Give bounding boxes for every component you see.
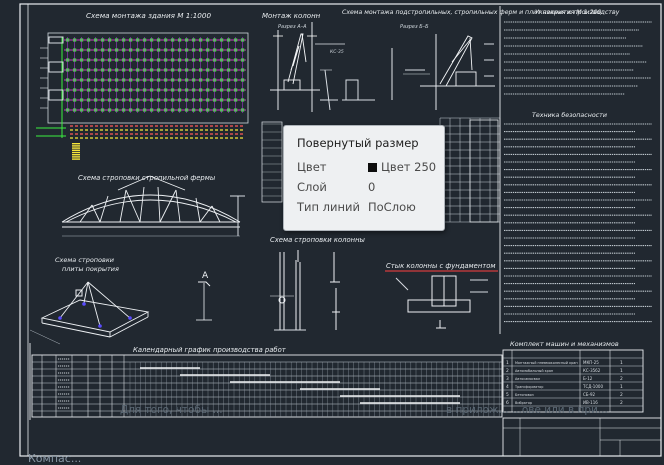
slab-slinging-title-2: плиты покрытия: [62, 265, 119, 273]
machine-row-mark: Б-12: [583, 376, 593, 381]
slab-slinging-title-1: Схема строповки: [55, 256, 114, 264]
tooltip-linetype-value: ПоСлою: [368, 200, 416, 214]
machines-title: Комплект машин и механизмов: [510, 340, 619, 348]
notes-column[interactable]: Указания к производству Техника безопасн…: [499, 6, 652, 334]
machines-table[interactable]: Комплект машин и механизмов 1 Монтажный п…: [502, 340, 644, 413]
erection-plan-title: Схема монтажа здания М 1:1000: [86, 11, 211, 20]
machine-row-mark: МКП-25: [583, 360, 599, 365]
schedule[interactable]: Календарный график производства работ: [29, 343, 503, 420]
title-block: [502, 417, 662, 457]
tooltip-layer-label: Слой: [297, 180, 327, 194]
color-swatch-icon: [368, 163, 377, 172]
machine-row-qty: 2: [620, 376, 623, 382]
machine-row-name: Бетоновоз: [515, 393, 534, 397]
tooltip-row-layer: Слой 0: [297, 180, 437, 196]
work-notes-title: Указания к производству: [535, 9, 620, 16]
truss-slinging-title: Схема строповки стропильной фермы: [78, 174, 216, 182]
property-tooltip: Повернутый размер Цвет Цвет 250 Слой 0 Т…: [283, 125, 445, 231]
machine-row-number: 5: [506, 392, 509, 398]
underlay-text-right: в прилож... ...ове или в при...: [446, 404, 608, 416]
tooltip-layer-value: 0: [368, 180, 376, 194]
machine-row-number: 1: [506, 360, 509, 366]
column-install[interactable]: Монтаж колонн Разрез А–А КС-35: [262, 12, 345, 112]
underlay-text-left: Для того, чтобы ...: [120, 404, 223, 416]
tooltip-linetype-label: Тип линий: [297, 200, 360, 214]
machine-row-qty: 2: [620, 392, 623, 398]
machine-row-name: Монтажный пневмоколесный кран: [515, 361, 578, 365]
machine-row-qty: 1: [620, 368, 623, 374]
machine-row-number: 4: [506, 384, 509, 390]
section-a-mark: А: [202, 271, 209, 281]
schedule-title: Календарный график производства работ: [133, 346, 287, 354]
machine-row-name: Трансформатор: [514, 385, 543, 389]
drawing-canvas[interactable]: Схема монтажа здания М 1:1000 Монтаж кол…: [0, 0, 664, 464]
machine-row-name: Автосамосвал: [515, 377, 540, 381]
tooltip-color-label: Цвет: [297, 160, 327, 174]
underlay-bottom-label: Компас...: [28, 452, 82, 465]
truss-slinging[interactable]: Схема строповки стропильной фермы: [61, 174, 245, 237]
column-slinging-title: Схема строповки колонны: [270, 236, 366, 244]
section-aa-title: Разрез А–А: [278, 24, 307, 30]
column-foundation-joint[interactable]: Стык колонны с фундаментом: [385, 262, 498, 329]
tooltip-title: Повернутый размер: [297, 136, 419, 150]
safety-title: Техника безопасности: [532, 111, 607, 119]
machine-row-mark: СБ-92: [583, 392, 596, 397]
column-install-title: Монтаж колонн: [262, 12, 321, 20]
machine-row-qty: 1: [620, 360, 623, 366]
tooltip-row-linetype: Тип линий ПоСлою: [297, 200, 437, 216]
machine-row-mark: ТСД-1000: [582, 384, 603, 389]
column-foundation-title: Стык колонны с фундаментом: [386, 262, 496, 270]
section-bb-title: Разрез Б–Б: [400, 24, 429, 30]
machine-row-mark: КС-3562: [583, 368, 601, 373]
tooltip-color-value: Цвет 250: [381, 160, 437, 174]
column-slinging[interactable]: Схема строповки колонны: [270, 236, 366, 331]
crane-label: КС-35: [330, 49, 344, 55]
section-a[interactable]: А: [196, 271, 212, 321]
machine-row-qty: 1: [620, 384, 623, 390]
machine-row-name: Автомобильный кран: [515, 369, 553, 373]
slab-slinging[interactable]: Схема строповки плиты покрытия: [29, 256, 150, 345]
machine-row-number: 2: [506, 368, 509, 374]
machine-row-qty: 2: [620, 400, 623, 406]
machine-row-number: 3: [506, 376, 509, 382]
erection-plan[interactable]: Схема монтажа здания М 1:1000: [36, 11, 249, 160]
tooltip-row-color: Цвет Цвет 250: [297, 160, 437, 176]
